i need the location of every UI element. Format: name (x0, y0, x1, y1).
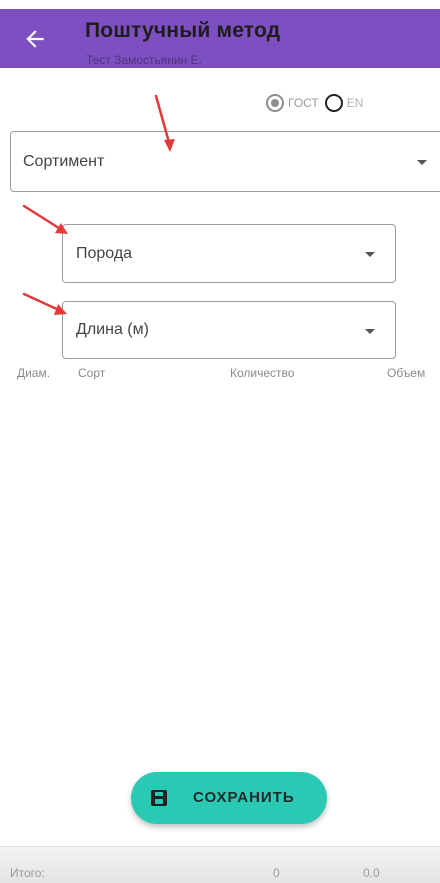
column-header-diameter: Диам. (17, 366, 51, 380)
save-button[interactable]: СОХРАНИТЬ (131, 772, 327, 824)
sortiment-label: Сортимент (23, 153, 105, 170)
poroda-label: Порода (76, 245, 133, 262)
dlina-label: Длина (м) (76, 321, 149, 338)
chevron-down-icon (365, 252, 375, 257)
totals-label: Итого: (10, 866, 45, 880)
column-header-quantity: Количество (230, 366, 295, 380)
chevron-down-icon (417, 160, 427, 165)
chevron-down-icon (365, 329, 375, 334)
column-header-volume: Объем (387, 366, 426, 380)
annotation-arrow (22, 204, 64, 232)
save-icon (151, 790, 167, 806)
totals-volume: 0.0 (363, 866, 380, 880)
save-button-label: СОХРАНИТЬ (193, 789, 295, 806)
poroda-dropdown[interactable]: Порода (62, 224, 396, 283)
status-bar-area (0, 0, 440, 9)
page-subtitle: Тест Замостьянин Е. (86, 53, 202, 67)
annotation-arrow (22, 292, 63, 313)
dlina-dropdown[interactable]: Длина (м) (62, 301, 396, 359)
app-bar: Поштучный метод Тест Замостьянин Е. (0, 9, 440, 68)
radio-en-label: EN (346, 96, 364, 110)
radio-en[interactable] (324, 94, 343, 112)
totals-footer: Итого: 0 0.0 (0, 846, 440, 883)
sortiment-dropdown[interactable]: Сортимент (10, 131, 440, 192)
standard-radio-group: ГОСТ EN (266, 92, 369, 114)
totals-count: 0 (273, 866, 280, 880)
column-header-sort: Сорт (78, 366, 106, 380)
back-arrow-icon[interactable] (22, 26, 48, 52)
page-title: Поштучный метод (85, 19, 281, 42)
radio-gost-label: ГОСТ (288, 96, 319, 110)
radio-gost[interactable] (266, 94, 284, 112)
